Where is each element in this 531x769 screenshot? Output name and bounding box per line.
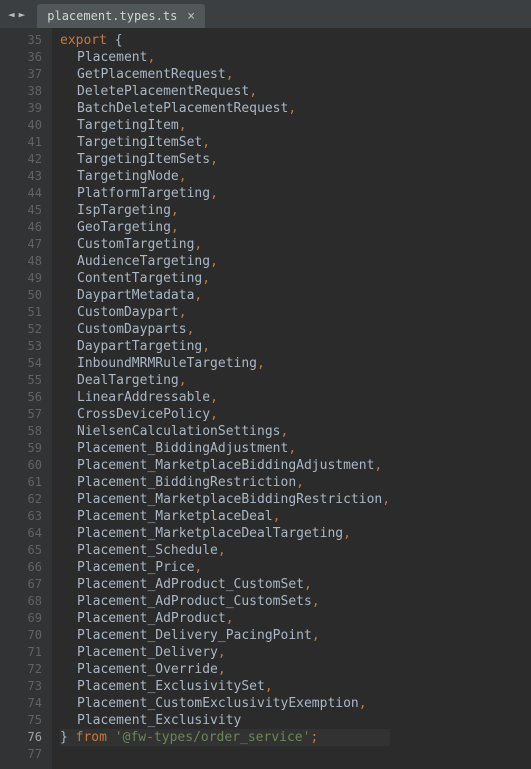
- close-icon[interactable]: ×: [187, 9, 195, 24]
- line-number: 39: [0, 100, 42, 117]
- line-number: 74: [0, 695, 42, 712]
- line-number: 42: [0, 151, 42, 168]
- code-line[interactable]: Placement_MarketplaceBiddingRestriction,: [60, 491, 390, 508]
- code-line[interactable]: CrossDevicePolicy,: [60, 406, 390, 423]
- line-number: 71: [0, 644, 42, 661]
- line-number: 76: [0, 729, 42, 746]
- editor: 3536373839404142434445464748495051525354…: [0, 28, 531, 769]
- line-number: 41: [0, 134, 42, 151]
- code-line[interactable]: Placement_Price,: [60, 559, 390, 576]
- line-number: 62: [0, 491, 42, 508]
- line-number: 38: [0, 83, 42, 100]
- code-line[interactable]: DaypartMetadata,: [60, 287, 390, 304]
- line-number: 51: [0, 304, 42, 321]
- line-number: 68: [0, 593, 42, 610]
- code-line[interactable]: Placement_MarketplaceDeal,: [60, 508, 390, 525]
- tab-filename: placement.types.ts: [47, 9, 177, 23]
- line-number: 35: [0, 32, 42, 49]
- code-line[interactable]: CustomDayparts,: [60, 321, 390, 338]
- code-line[interactable]: BatchDeletePlacementRequest,: [60, 100, 390, 117]
- code-area[interactable]: export {Placement,GetPlacementRequest,De…: [52, 28, 390, 769]
- code-line[interactable]: [60, 746, 390, 763]
- line-number: 64: [0, 525, 42, 542]
- code-line[interactable]: Placement,: [60, 49, 390, 66]
- code-line[interactable]: GeoTargeting,: [60, 219, 390, 236]
- code-line[interactable]: Placement_MarketplaceBiddingAdjustment,: [60, 457, 390, 474]
- code-line[interactable]: DaypartTargeting,: [60, 338, 390, 355]
- line-number: 43: [0, 168, 42, 185]
- line-number: 37: [0, 66, 42, 83]
- code-line[interactable]: Placement_BiddingAdjustment,: [60, 440, 390, 457]
- line-number: 50: [0, 287, 42, 304]
- code-line[interactable]: InboundMRMRuleTargeting,: [60, 355, 390, 372]
- line-number: 72: [0, 661, 42, 678]
- nav-arrows: ◄ ►: [8, 8, 25, 21]
- file-tab[interactable]: placement.types.ts ×: [37, 4, 205, 28]
- nav-forward-icon[interactable]: ►: [19, 8, 26, 21]
- line-number: 47: [0, 236, 42, 253]
- code-line[interactable]: } from '@fw-types/order_service';: [60, 729, 390, 746]
- code-line[interactable]: NielsenCalculationSettings,: [60, 423, 390, 440]
- code-line[interactable]: IspTargeting,: [60, 202, 390, 219]
- line-number: 57: [0, 406, 42, 423]
- title-bar: ◄ ► placement.types.ts ×: [0, 0, 531, 28]
- code-line[interactable]: DeletePlacementRequest,: [60, 83, 390, 100]
- line-number: 45: [0, 202, 42, 219]
- code-line[interactable]: LinearAddressable,: [60, 389, 390, 406]
- line-number: 58: [0, 423, 42, 440]
- code-line[interactable]: Placement_Delivery_PacingPoint,: [60, 627, 390, 644]
- line-number: 77: [0, 746, 42, 763]
- code-line[interactable]: DealTargeting,: [60, 372, 390, 389]
- code-line[interactable]: TargetingItem,: [60, 117, 390, 134]
- code-line[interactable]: Placement_AdProduct,: [60, 610, 390, 627]
- line-number: 59: [0, 440, 42, 457]
- code-line[interactable]: ContentTargeting,: [60, 270, 390, 287]
- code-line[interactable]: Placement_Exclusivity: [60, 712, 390, 729]
- line-number: 56: [0, 389, 42, 406]
- code-line[interactable]: Placement_AdProduct_CustomSet,: [60, 576, 390, 593]
- code-line[interactable]: Placement_Schedule,: [60, 542, 390, 559]
- line-number: 61: [0, 474, 42, 491]
- line-number: 40: [0, 117, 42, 134]
- line-number: 67: [0, 576, 42, 593]
- code-line[interactable]: Placement_CustomExclusivityExemption,: [60, 695, 390, 712]
- code-line[interactable]: TargetingNode,: [60, 168, 390, 185]
- line-number: 73: [0, 678, 42, 695]
- line-number: 53: [0, 338, 42, 355]
- line-number: 60: [0, 457, 42, 474]
- code-line[interactable]: TargetingItemSet,: [60, 134, 390, 151]
- code-line[interactable]: PlatformTargeting,: [60, 185, 390, 202]
- code-line[interactable]: AudienceTargeting,: [60, 253, 390, 270]
- code-line[interactable]: CustomTargeting,: [60, 236, 390, 253]
- code-line[interactable]: Placement_Override,: [60, 661, 390, 678]
- code-line[interactable]: Placement_BiddingRestriction,: [60, 474, 390, 491]
- line-number-gutter: 3536373839404142434445464748495051525354…: [0, 28, 52, 769]
- line-number: 70: [0, 627, 42, 644]
- code-line[interactable]: TargetingItemSets,: [60, 151, 390, 168]
- code-line[interactable]: Placement_AdProduct_CustomSets,: [60, 593, 390, 610]
- line-number: 54: [0, 355, 42, 372]
- code-line[interactable]: export {: [60, 32, 390, 49]
- line-number: 36: [0, 49, 42, 66]
- line-number: 69: [0, 610, 42, 627]
- line-number: 44: [0, 185, 42, 202]
- line-number: 46: [0, 219, 42, 236]
- line-number: 66: [0, 559, 42, 576]
- code-line[interactable]: GetPlacementRequest,: [60, 66, 390, 83]
- line-number: 63: [0, 508, 42, 525]
- line-number: 52: [0, 321, 42, 338]
- nav-back-icon[interactable]: ◄: [8, 8, 15, 21]
- code-line[interactable]: CustomDaypart,: [60, 304, 390, 321]
- line-number: 49: [0, 270, 42, 287]
- code-line[interactable]: Placement_MarketplaceDealTargeting,: [60, 525, 390, 542]
- code-line[interactable]: Placement_ExclusivitySet,: [60, 678, 390, 695]
- line-number: 65: [0, 542, 42, 559]
- line-number: 55: [0, 372, 42, 389]
- code-line[interactable]: Placement_Delivery,: [60, 644, 390, 661]
- line-number: 75: [0, 712, 42, 729]
- line-number: 48: [0, 253, 42, 270]
